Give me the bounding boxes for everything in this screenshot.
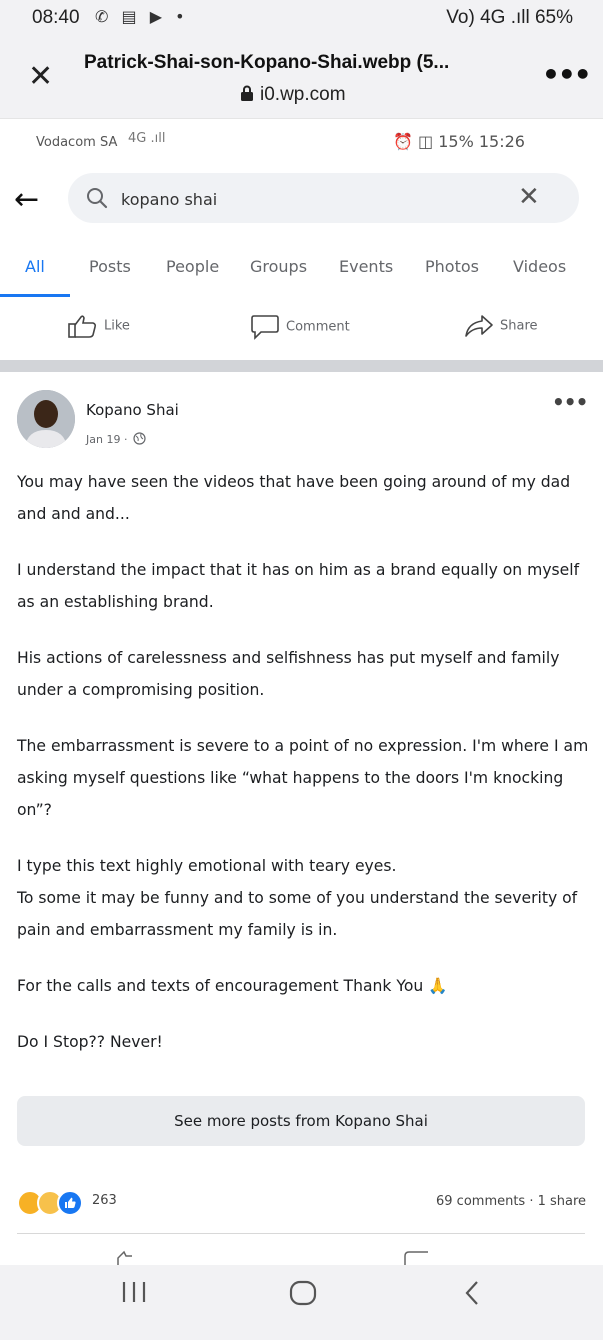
recent-apps-icon[interactable] [120,1279,148,1312]
outer-status-bar: 08:40 ✆ ▤ ▶ • Vo) 4G .ıll 65% [0,0,603,38]
post-date-text: Jan 19 · [86,433,128,446]
active-tab-indicator [0,294,70,297]
signal-indicator: 4G .ıll [128,131,166,146]
share-icon [465,315,493,337]
back-arrow-icon[interactable]: ← [14,180,39,220]
post-divider [0,360,603,372]
battery-signal-status: Vo) 4G .ıll 65% [446,7,573,28]
post-paragraph: You may have seen the videos that have b… [17,473,571,523]
image-viewer-header: ✕ Patrick-Shai-son-Kopano-Shai.webp (5..… [0,38,603,118]
like-label: Like [104,318,130,334]
post-paragraph: His actions of carelessness and selfishn… [17,649,560,699]
tab-photos[interactable]: Photos [425,257,479,276]
avatar[interactable] [17,390,75,448]
post-paragraph: For the calls and texts of encouragement… [17,977,448,995]
home-icon[interactable] [288,1279,318,1314]
viewer-url-text: i0.wp.com [260,84,346,105]
share-button[interactable]: Share [464,314,538,338]
thumbs-up-icon [68,315,97,338]
comment-icon [251,315,279,340]
like-button[interactable]: Like [68,314,130,338]
see-more-posts-button[interactable]: See more posts from Kopano Shai [17,1096,585,1146]
post-author[interactable]: Kopano Shai [86,401,179,419]
more-options-icon[interactable]: ••• [542,58,592,91]
post-options-icon[interactable]: ••• [552,390,588,414]
comment-button[interactable]: Comment [250,314,350,340]
inner-status-bar: Vodacom SA 4G .ıll ⏰ ◫ 15% 15:26 [0,118,603,167]
tab-videos[interactable]: Videos [513,257,566,276]
post-body: You may have seen the videos that have b… [17,466,592,1058]
like-reaction-icon [57,1190,83,1216]
tab-groups[interactable]: Groups [250,257,307,276]
reactions-divider [17,1233,585,1234]
post-paragraph: The embarrassment is severe to a point o… [17,737,589,819]
clear-search-icon[interactable]: ✕ [518,183,540,211]
lock-icon [241,85,253,101]
share-label: Share [500,318,538,334]
search-input[interactable] [119,185,503,213]
search-filter-tabs: All Posts People Groups Events Photos Vi… [0,242,603,298]
system-navigation-bar [0,1265,603,1340]
globe-icon [133,432,146,445]
notification-icons: ✆ ▤ ▶ • [95,7,189,26]
tab-all[interactable]: All [25,257,45,276]
post-paragraph: I understand the impact that it has on h… [17,561,580,611]
comments-share-count[interactable]: 69 comments · 1 share [436,1194,586,1209]
tab-events[interactable]: Events [339,257,393,276]
back-nav-icon[interactable] [462,1279,484,1314]
close-icon[interactable]: ✕ [28,62,53,92]
tab-people[interactable]: People [166,257,219,276]
carrier-name: Vodacom SA [36,135,118,150]
clock: 08:40 [32,7,80,28]
search-icon [86,187,108,213]
post-paragraph: Do I Stop?? Never! [17,1033,163,1051]
inner-status-right: ⏰ ◫ 15% 15:26 [393,132,525,151]
post-paragraph: To some it may be funny and to some of y… [17,889,578,939]
reaction-count[interactable]: 263 [92,1193,117,1208]
post-date: Jan 19 · [86,432,146,446]
post-paragraph: I type this text highly emotional with t… [17,857,397,875]
comment-label: Comment [286,319,350,335]
tab-posts[interactable]: Posts [89,257,131,276]
avatar-image [17,390,75,448]
viewer-url: i0.wp.com [240,84,346,106]
viewer-title: Patrick-Shai-son-Kopano-Shai.webp (5... [84,52,450,73]
search-bar[interactable]: ✕ [68,173,579,223]
previous-post-actions: Like Comment Share [0,302,603,352]
